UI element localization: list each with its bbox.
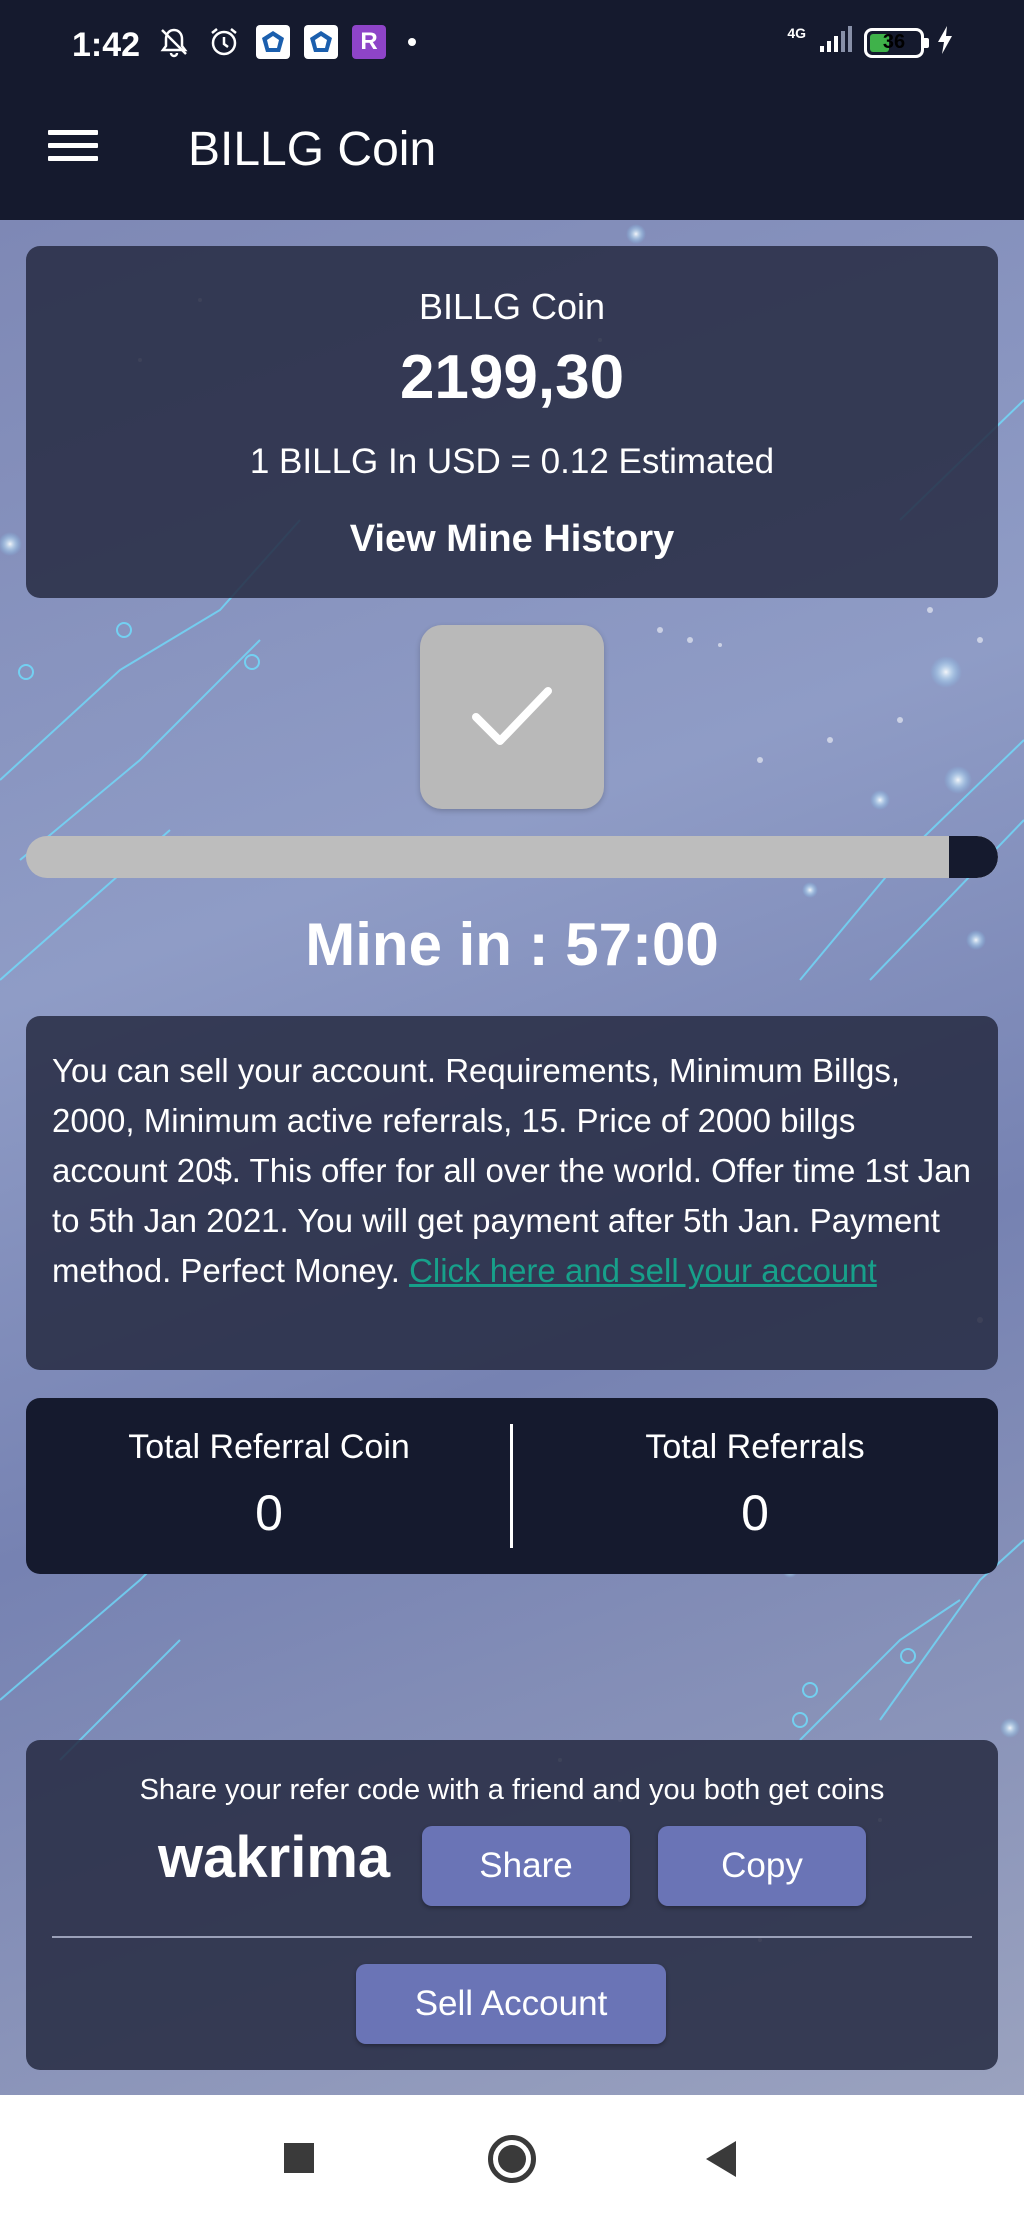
sell-account-link[interactable]: Click here and sell your account xyxy=(409,1252,877,1289)
home-dot xyxy=(498,2145,526,2173)
referral-coin-value: 0 xyxy=(255,1485,283,1541)
share-message: Share your refer code with a friend and … xyxy=(139,1774,885,1806)
mute-bell-icon xyxy=(156,24,192,60)
coin-name: BILLG Coin xyxy=(418,286,606,327)
referral-count-stat: Total Referrals 0 xyxy=(512,1398,998,1574)
r-app-icon: R xyxy=(352,25,386,59)
mine-timer: Mine in : 57:00 xyxy=(305,911,719,978)
app-icon xyxy=(256,25,290,59)
menu-line xyxy=(48,130,98,135)
checkmark-icon xyxy=(472,687,552,745)
battery-tip xyxy=(924,37,929,48)
app-bar: BILLG Coin xyxy=(0,92,1024,220)
dot-icon xyxy=(408,38,416,46)
hamburger-menu-icon[interactable] xyxy=(48,130,98,166)
system-status: 4G 36 xyxy=(787,24,954,59)
referral-code: wakrima xyxy=(158,1825,391,1890)
referral-coin-stat: Total Referral Coin 0 xyxy=(26,1398,512,1574)
app-icon xyxy=(304,25,338,59)
home-circle-icon[interactable] xyxy=(488,2135,536,2183)
share-divider xyxy=(52,1936,972,1938)
mine-progress-fill xyxy=(949,836,998,878)
back-triangle-icon[interactable] xyxy=(706,2141,736,2177)
coin-balance: 2199,30 xyxy=(399,343,625,412)
battery-level: 36 xyxy=(882,31,906,53)
app-title: BILLG Coin xyxy=(188,123,437,176)
status-time: 1:42 xyxy=(72,26,141,64)
balance-card: BILLG Coin 2199,30 1 BILLG In USD = 0.12… xyxy=(26,246,998,598)
notification-icons: R xyxy=(156,24,416,60)
copy-button[interactable]: Copy xyxy=(658,1826,866,1906)
offer-paragraph: You can sell your account. Requirements,… xyxy=(52,1046,972,1296)
share-button[interactable]: Share xyxy=(422,1826,630,1906)
mine-progress-bar xyxy=(26,836,998,878)
offer-card: You can sell your account. Requirements,… xyxy=(26,1016,998,1370)
network-type: 4G xyxy=(787,24,806,41)
menu-line xyxy=(48,156,98,161)
charging-bolt-icon xyxy=(936,26,954,59)
mine-check-button[interactable] xyxy=(420,625,604,809)
status-bar: 1:42 R 4G 36 xyxy=(0,0,1024,92)
referral-coin-label: Total Referral Coin xyxy=(128,1428,410,1466)
referral-count-value: 0 xyxy=(741,1485,769,1541)
alarm-icon xyxy=(206,24,242,60)
referral-stats-card: Total Referral Coin 0 Total Referrals 0 xyxy=(26,1398,998,1574)
main-content: BILLG Coin 2199,30 1 BILLG In USD = 0.12… xyxy=(0,220,1024,2095)
view-mine-history-link[interactable]: View Mine History xyxy=(26,518,998,561)
sell-account-button[interactable]: Sell Account xyxy=(356,1964,666,2044)
usd-rate: 1 BILLG In USD = 0.12 Estimated xyxy=(249,442,775,481)
recents-square-icon[interactable] xyxy=(284,2143,314,2173)
signal-icon xyxy=(818,26,852,59)
battery-icon: 36 xyxy=(864,27,929,58)
system-nav-bar xyxy=(0,2095,1024,2218)
share-card: Share your refer code with a friend and … xyxy=(26,1740,998,2070)
referral-count-label: Total Referrals xyxy=(645,1428,865,1466)
menu-line xyxy=(48,143,98,148)
